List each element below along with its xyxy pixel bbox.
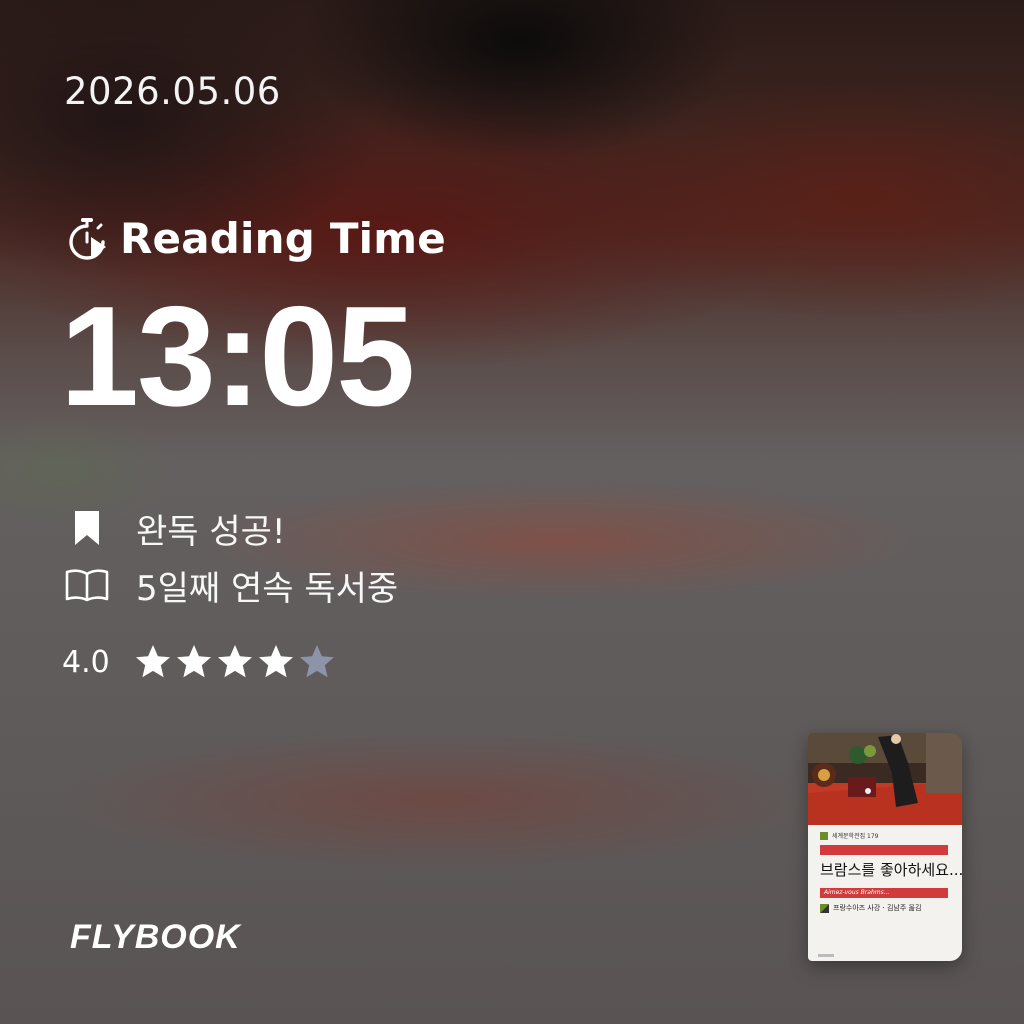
open-book-icon xyxy=(64,565,110,605)
completion-status: 완독 성공! xyxy=(64,505,286,552)
completion-text: 완독 성공! xyxy=(136,511,286,552)
reading-time-header: Reading Time xyxy=(64,210,446,266)
book-author-text: 프랑수아즈 사강 · 김남주 옮김 xyxy=(833,904,922,912)
star-filled-icon xyxy=(176,645,211,678)
book-series-text: 세계문학전집 179 xyxy=(832,833,879,840)
rating-value: 4.0 xyxy=(62,644,110,680)
star-filled-icon xyxy=(135,645,170,678)
rating-stars xyxy=(134,643,339,681)
streak-text: 5일째 연속 독서중 xyxy=(136,568,399,609)
book-author: 프랑수아즈 사강 · 김남주 옮김 xyxy=(820,903,921,913)
book-cover: 세계문학전집 179 브람스를 좋아하세요... Aimez-vous Brah… xyxy=(808,733,962,961)
date-label: 2026.05.06 xyxy=(64,70,281,113)
book-subtitle: Aimez-vous Brahms... xyxy=(824,889,890,896)
bookmark-icon xyxy=(64,508,110,548)
streak-status: 5일째 연속 독서중 xyxy=(64,562,399,609)
publisher-mark xyxy=(820,903,829,913)
cover-painting xyxy=(808,733,962,825)
star-filled-icon xyxy=(258,645,293,678)
reading-time-value: 13:05 xyxy=(60,277,415,436)
reading-time-label: Reading Time xyxy=(120,213,446,263)
brand-logo: FLYBOOK xyxy=(70,918,241,956)
series-mark xyxy=(820,831,828,840)
rating: 4.0 xyxy=(62,640,339,684)
book-series: 세계문학전집 179 xyxy=(820,831,878,840)
book-title: 브람스를 좋아하세요... xyxy=(820,861,962,879)
cover-red-bar xyxy=(820,845,948,855)
reading-share-card: 2026.05.06 Reading Time 13:05 완독 성공! 5일째 xyxy=(0,0,1024,1024)
star-filled-icon xyxy=(217,645,252,678)
cover-footer-mark xyxy=(818,954,834,957)
star-empty-icon xyxy=(299,645,334,678)
stopwatch-play-icon xyxy=(69,218,106,260)
